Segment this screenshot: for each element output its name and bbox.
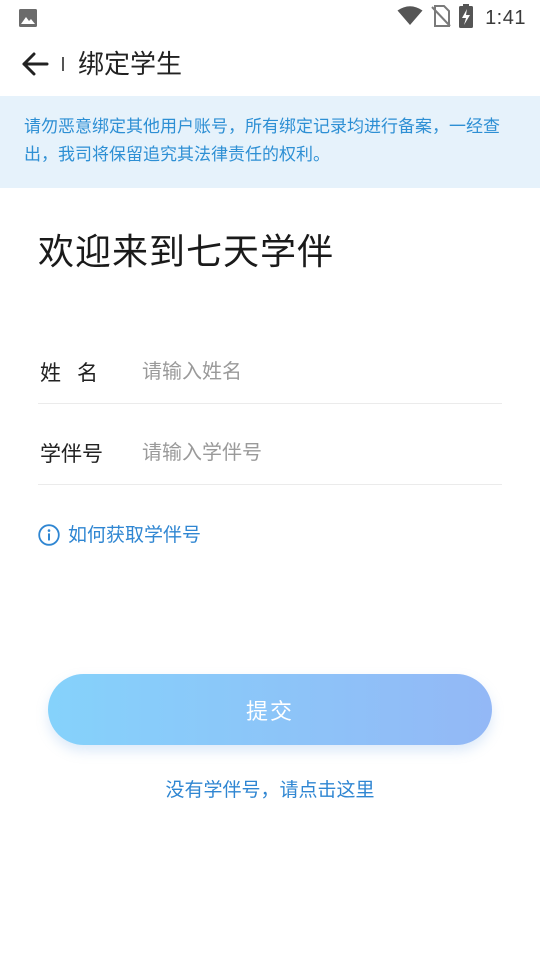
status-bar: 1:41 [0, 0, 540, 36]
back-arrow-icon [21, 52, 49, 80]
name-input[interactable] [142, 354, 492, 388]
back-button[interactable] [16, 48, 54, 84]
page-title: 绑定学生 [78, 50, 183, 80]
status-icons: 1:41 [397, 4, 526, 32]
submit-button[interactable]: 提交 [48, 674, 492, 745]
wifi-icon [397, 6, 423, 30]
status-time: 1:41 [485, 6, 526, 29]
how-to-get-id-link[interactable]: 如何获取学伴号 [38, 520, 201, 550]
app-screen: 1:41 绑定学生 请勿恶意绑定其他用户账号，所有绑定记录均进行备案，一经查出，… [0, 0, 540, 960]
app-bar: 绑定学生 [0, 36, 540, 96]
no-sim-icon [431, 5, 451, 31]
name-label: 姓名 [40, 361, 114, 385]
how-to-get-id-text: 如何获取学伴号 [68, 524, 202, 546]
student-id-label: 学伴号 [40, 442, 103, 466]
title-divider [62, 57, 64, 71]
battery-charging-icon [459, 4, 474, 32]
notice-text: 请勿恶意绑定其他用户账号，所有绑定记录均进行备案，一经查出，我司将保留追究其法律… [24, 117, 500, 165]
student-id-row: 学伴号 [38, 411, 502, 485]
info-icon [38, 524, 60, 546]
submit-label: 提交 [245, 699, 294, 725]
image-icon [18, 8, 38, 28]
student-id-input[interactable] [142, 435, 492, 469]
notice-banner: 请勿恶意绑定其他用户账号，所有绑定记录均进行备案，一经查出，我司将保留追究其法律… [0, 96, 540, 188]
welcome-heading: 欢迎来到七天学伴 [38, 232, 335, 273]
no-student-id-link[interactable]: 没有学伴号，请点击这里 [0, 776, 540, 804]
name-row: 姓名 [38, 330, 502, 404]
